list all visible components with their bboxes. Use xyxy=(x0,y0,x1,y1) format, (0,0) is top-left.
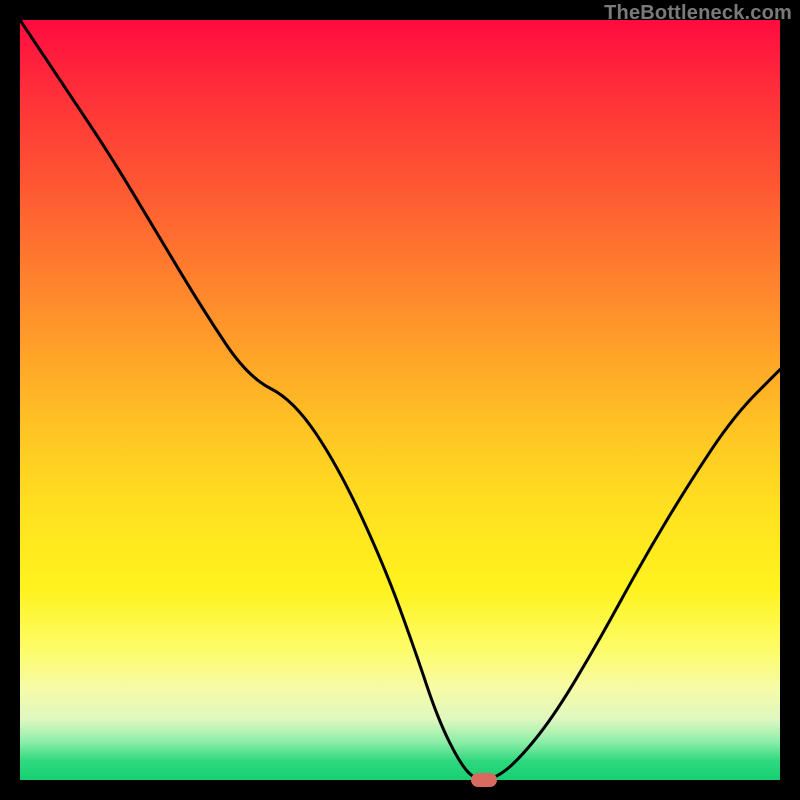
chart-frame: TheBottleneck.com xyxy=(0,0,800,800)
plot-area xyxy=(20,20,780,780)
curve-path xyxy=(20,20,780,780)
bottleneck-curve xyxy=(20,20,780,780)
optimum-marker xyxy=(471,773,497,787)
